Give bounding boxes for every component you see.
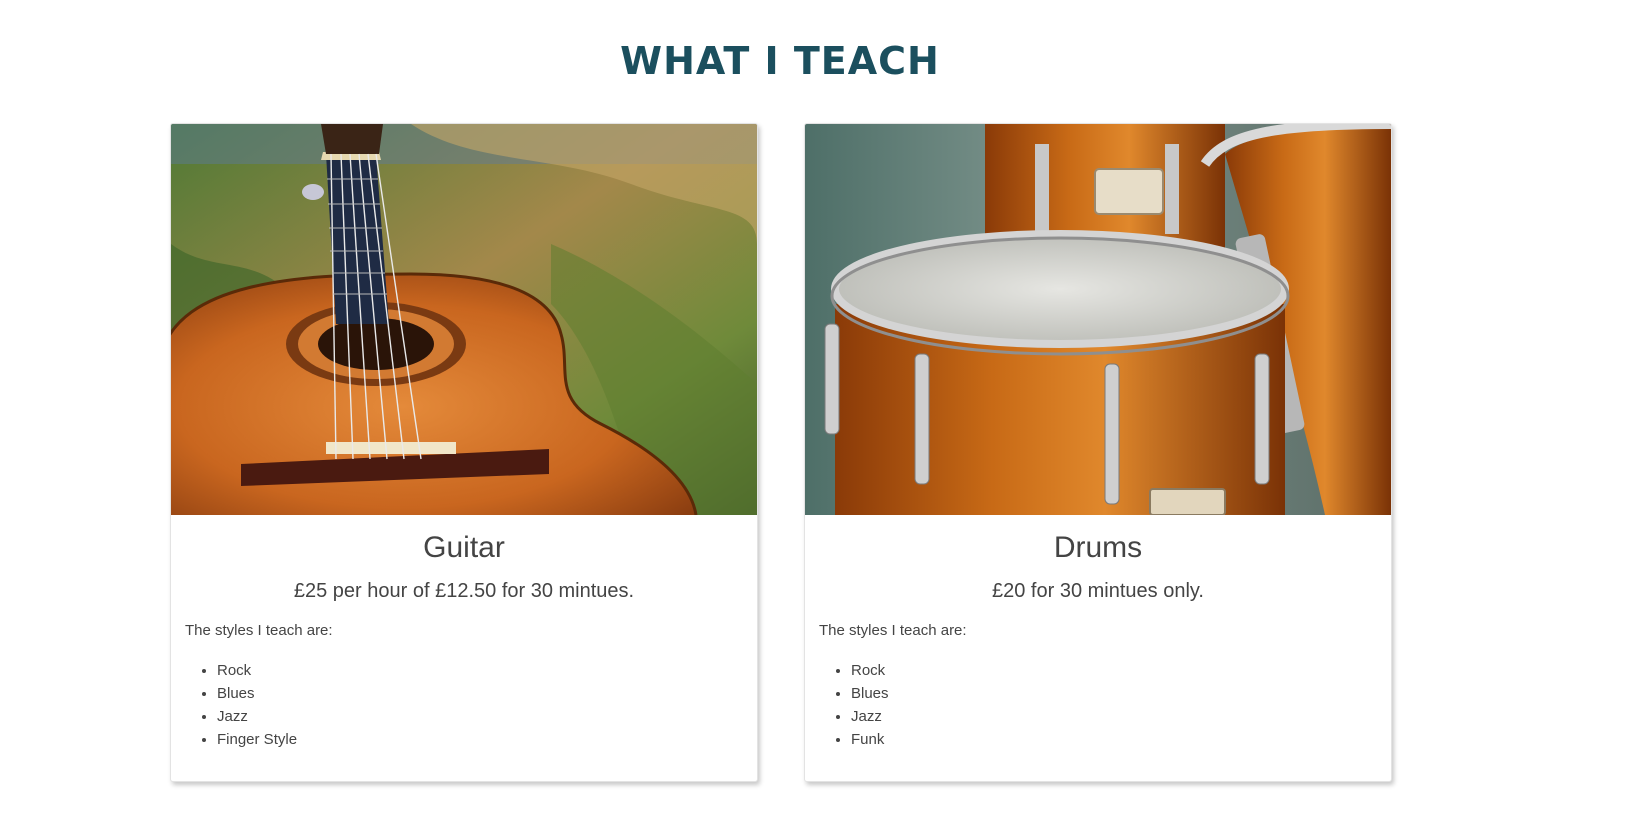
drums-styles-list: Rock Blues Jazz Funk <box>819 659 889 751</box>
guitar-title: Guitar <box>423 531 505 564</box>
guitar-card: Guitar £25 per hour of £12.50 for 30 min… <box>170 123 758 782</box>
drums-title: Drums <box>1053 531 1143 564</box>
list-item: Finger Style <box>217 728 297 751</box>
section-title: WHAT I TEACH <box>620 39 940 83</box>
guitar-price: £25 per hour of £12.50 for 30 mintues. <box>293 580 635 602</box>
list-item: Blues <box>851 682 889 705</box>
guitar-image <box>171 124 757 515</box>
drums-styles-intro: The styles I teach are: <box>819 622 967 639</box>
list-item: Jazz <box>217 705 297 728</box>
list-item: Blues <box>217 682 297 705</box>
guitar-styles-list: Rock Blues Jazz Finger Style <box>185 659 297 751</box>
guitar-styles-intro: The styles I teach are: <box>185 622 333 639</box>
list-item: Rock <box>851 659 889 682</box>
list-item: Rock <box>217 659 297 682</box>
drums-image <box>805 124 1391 515</box>
list-item: Funk <box>851 728 889 751</box>
drums-card: Drums £20 for 30 mintues only. The style… <box>804 123 1392 782</box>
drums-price: £20 for 30 mintues only. <box>992 580 1204 602</box>
list-item: Jazz <box>851 705 889 728</box>
